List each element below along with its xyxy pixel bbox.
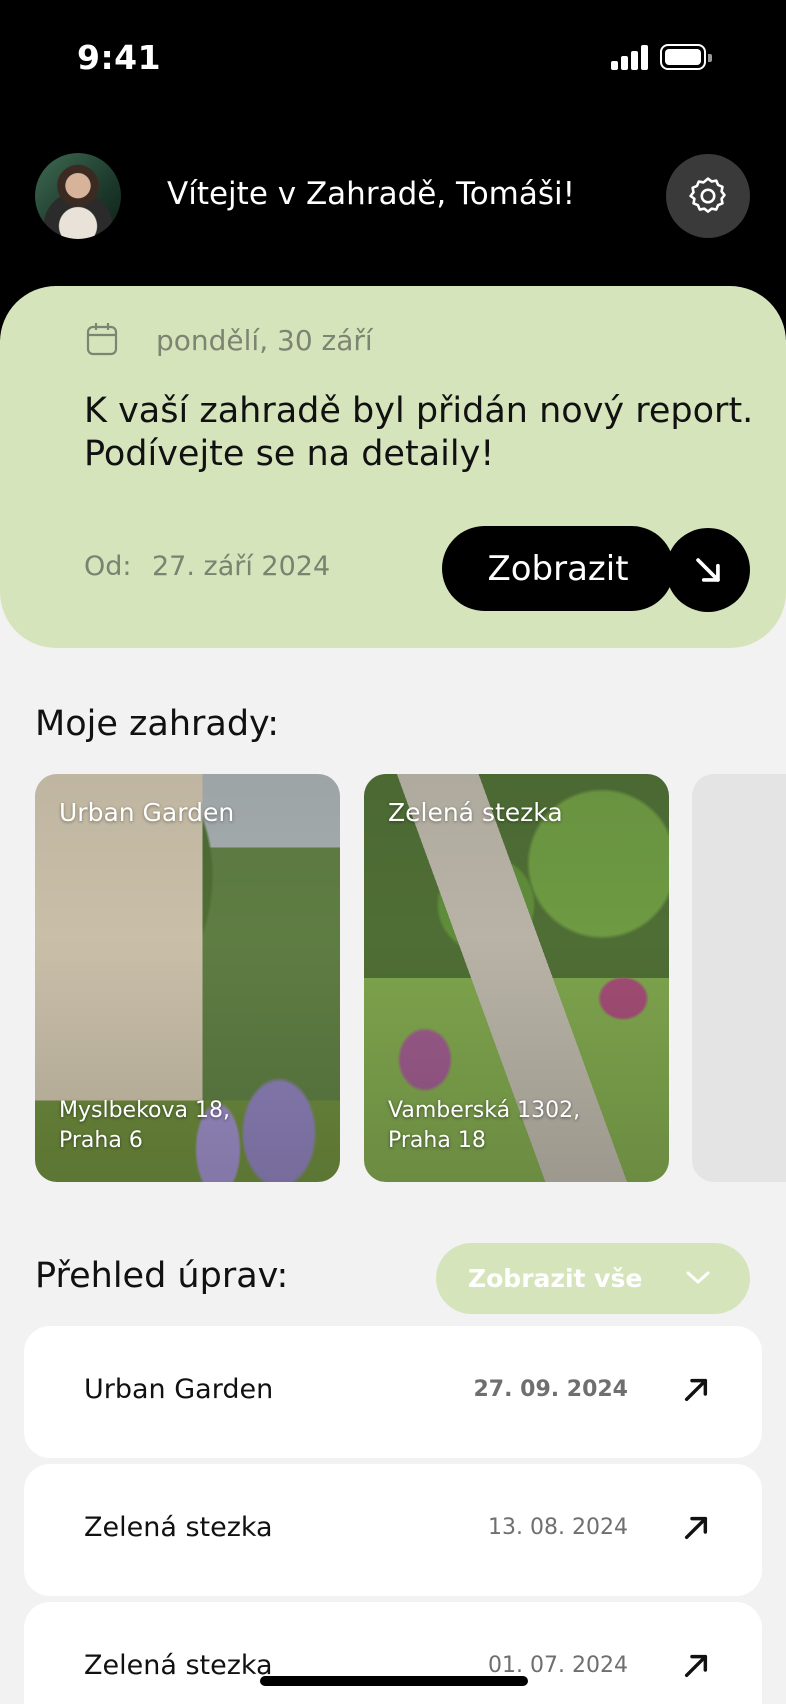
arrow-down-right-icon xyxy=(696,558,720,582)
home-indicator[interactable] xyxy=(260,1676,528,1686)
chevron-down-icon xyxy=(686,1271,710,1284)
report-date: pondělí, 30 září xyxy=(156,324,373,357)
signal-icon xyxy=(611,44,651,70)
from-label: Od: xyxy=(84,551,132,582)
arrow-up-right-icon xyxy=(684,1516,708,1540)
gear-icon xyxy=(689,177,726,213)
report-message: K vaší zahradě byl přidán nový report. P… xyxy=(84,390,764,476)
status-time: 9:41 xyxy=(77,38,162,77)
garden-name: Urban Garden xyxy=(59,798,235,827)
battery-icon xyxy=(660,44,712,70)
arrow-up-right-icon xyxy=(684,1378,708,1402)
show-all-label: Zobrazit vše xyxy=(468,1264,643,1293)
garden-card[interactable]: Zelená stezka Vamberská 1302, Praha 18 xyxy=(364,774,669,1182)
welcome-title: Vítejte v Zahradě, Tomáši! xyxy=(167,176,576,212)
garden-card-placeholder[interactable] xyxy=(692,774,786,1182)
edit-row-name: Zelená stezka xyxy=(84,1650,273,1681)
garden-address: Vamberská 1302, Praha 18 xyxy=(388,1098,581,1153)
gardens-title: Moje zahrady: xyxy=(35,704,280,744)
settings-button[interactable] xyxy=(666,154,750,238)
report-message-line2: Podívejte se na detaily! xyxy=(84,434,495,474)
show-report-button[interactable]: Zobrazit xyxy=(442,526,674,611)
garden-name: Zelená stezka xyxy=(388,798,563,827)
show-all-dropdown[interactable]: Zobrazit vše xyxy=(436,1243,750,1314)
avatar[interactable] xyxy=(35,153,121,239)
garden-address: Myslbekova 18, Praha 6 xyxy=(59,1098,230,1153)
edit-row-name: Urban Garden xyxy=(84,1374,274,1405)
edit-row[interactable]: Zelená stezka 01. 07. 2024 xyxy=(24,1602,762,1704)
open-report-button[interactable] xyxy=(666,528,750,612)
edit-row-date: 27. 09. 2024 xyxy=(473,1377,629,1402)
calendar-icon xyxy=(86,323,118,356)
edit-row[interactable]: Urban Garden 27. 09. 2024 xyxy=(24,1326,762,1458)
from-date: 27. září 2024 xyxy=(152,551,331,582)
edit-row-date: 01. 07. 2024 xyxy=(488,1653,628,1678)
edits-title: Přehled úprav: xyxy=(35,1256,289,1296)
garden-card[interactable]: Urban Garden Myslbekova 18, Praha 6 xyxy=(35,774,340,1182)
arrow-up-right-icon xyxy=(684,1654,708,1678)
report-message-line1: K vaší zahradě byl přidán nový report. xyxy=(84,391,754,431)
edit-row-name: Zelená stezka xyxy=(84,1512,273,1543)
edit-row-date: 13. 08. 2024 xyxy=(488,1515,628,1540)
edit-row[interactable]: Zelená stezka 13. 08. 2024 xyxy=(24,1464,762,1596)
